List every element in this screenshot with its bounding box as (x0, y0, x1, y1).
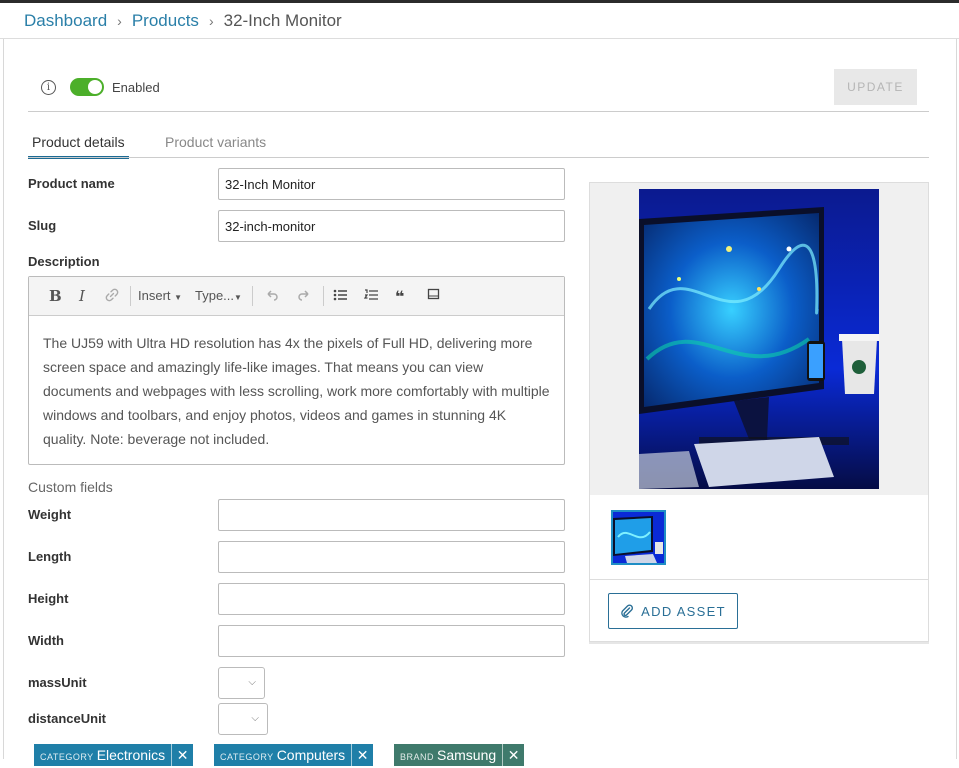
asset-divider (590, 579, 928, 580)
enabled-toggle[interactable] (70, 78, 104, 96)
facet-chip[interactable]: CATEGORY Electronics ✕ (34, 744, 194, 766)
facet-chip-body: BRAND Samsung (394, 744, 502, 766)
bold-button[interactable]: B (49, 287, 62, 305)
breadcrumb-products[interactable]: Products (132, 11, 199, 31)
table-button[interactable] (427, 288, 440, 304)
chevron-down-icon: ▼ (174, 293, 183, 302)
numbered-list-icon (363, 289, 378, 300)
asset-thumbnail[interactable] (611, 510, 666, 565)
divider (28, 111, 929, 112)
weight-input[interactable] (218, 499, 565, 531)
facet-value: Computers (276, 747, 346, 763)
assets-panel: ADD ASSET (589, 182, 929, 642)
insert-label: Insert (138, 288, 171, 303)
breadcrumb-dashboard[interactable]: Dashboard (24, 11, 107, 31)
toggle-knob (88, 80, 102, 94)
tabs-divider (28, 157, 929, 158)
remove-facet-icon[interactable]: ✕ (502, 744, 524, 766)
height-label: Height (28, 591, 69, 606)
mass-unit-select[interactable]: ⌵ (218, 667, 265, 699)
redo-button[interactable] (297, 288, 311, 305)
top-bar (0, 0, 959, 3)
add-asset-label: ADD ASSET (641, 603, 726, 619)
description-text[interactable]: The UJ59 with Ultra HD resolution has 4x… (29, 316, 564, 451)
weight-label: Weight (28, 507, 72, 522)
chevron-down-icon: ⌵ (251, 713, 259, 724)
featured-asset-image[interactable] (639, 189, 879, 489)
toolbar-separator (252, 286, 253, 306)
custom-fields-heading: Custom fields (28, 479, 113, 495)
toolbar-separator (323, 286, 324, 306)
height-input[interactable] (218, 583, 565, 615)
breadcrumb-current: 32-Inch Monitor (223, 11, 342, 30)
content-border-left (3, 39, 4, 759)
length-input[interactable] (218, 541, 565, 573)
facet-chip-body: CATEGORY Computers (214, 744, 351, 766)
enabled-label: Enabled (112, 80, 160, 95)
remove-facet-icon[interactable]: ✕ (351, 744, 373, 766)
facet-type: CATEGORY (220, 752, 274, 762)
tab-product-variants[interactable]: Product variants (165, 134, 266, 150)
slug-label: Slug (28, 218, 57, 233)
redo-icon (298, 290, 309, 301)
facet-chip[interactable]: CATEGORY Computers ✕ (214, 744, 374, 766)
quote-icon: ❝ (395, 289, 405, 306)
table-icon (427, 288, 440, 300)
facet-chip-body: CATEGORY Electronics (34, 744, 171, 766)
description-editor: B I Insert ▼ Type...▼ ❝ The UJ59 with Ul… (28, 276, 565, 465)
undo-icon (267, 290, 278, 301)
breadcrumb-separator: › (117, 13, 122, 29)
product-name-input[interactable] (218, 168, 565, 200)
undo-button[interactable] (265, 288, 279, 305)
remove-facet-icon[interactable]: ✕ (171, 744, 193, 766)
italic-button[interactable]: I (79, 287, 85, 305)
header-divider (0, 38, 959, 39)
bullet-list-icon (333, 289, 347, 301)
info-icon[interactable]: i (41, 80, 56, 95)
numbered-list-button[interactable] (363, 288, 379, 305)
content-border-right (956, 39, 957, 759)
facet-value: Samsung (437, 747, 497, 763)
blockquote-button[interactable]: ❝ (395, 287, 404, 307)
distance-unit-select[interactable]: ⌵ (218, 703, 268, 735)
update-button[interactable]: UPDATE (834, 69, 917, 105)
slug-input[interactable] (218, 210, 565, 242)
paperclip-icon (621, 604, 634, 618)
editor-toolbar: B I Insert ▼ Type...▼ ❝ (29, 277, 564, 316)
tab-product-details[interactable]: Product details (28, 134, 129, 159)
type-menu[interactable]: Type...▼ (195, 288, 242, 303)
facet-chip[interactable]: BRAND Samsung ✕ (394, 744, 525, 766)
facet-type: BRAND (400, 752, 435, 762)
mass-unit-label: massUnit (28, 675, 87, 690)
asset-preview (590, 183, 928, 495)
product-name-label: Product name (28, 176, 115, 191)
insert-menu[interactable]: Insert ▼ (138, 288, 182, 303)
facet-type: CATEGORY (40, 752, 94, 762)
type-label: Type... (195, 288, 235, 303)
toolbar-separator (130, 286, 131, 306)
chevron-down-icon: ⌵ (248, 677, 256, 688)
link-icon (105, 288, 119, 302)
width-label: Width (28, 633, 64, 648)
bullet-list-button[interactable] (333, 288, 348, 305)
breadcrumb-separator: › (208, 13, 214, 29)
facet-value: Electronics (96, 747, 166, 763)
chevron-down-icon: ▼ (234, 293, 242, 302)
description-label: Description (28, 254, 100, 269)
add-asset-button[interactable]: ADD ASSET (608, 593, 738, 629)
width-input[interactable] (218, 625, 565, 657)
length-label: Length (28, 549, 72, 564)
breadcrumb: Dashboard › Products › 32-Inch Monitor (24, 11, 342, 31)
link-button[interactable] (105, 288, 119, 305)
distance-unit-label: distanceUnit (28, 711, 107, 726)
